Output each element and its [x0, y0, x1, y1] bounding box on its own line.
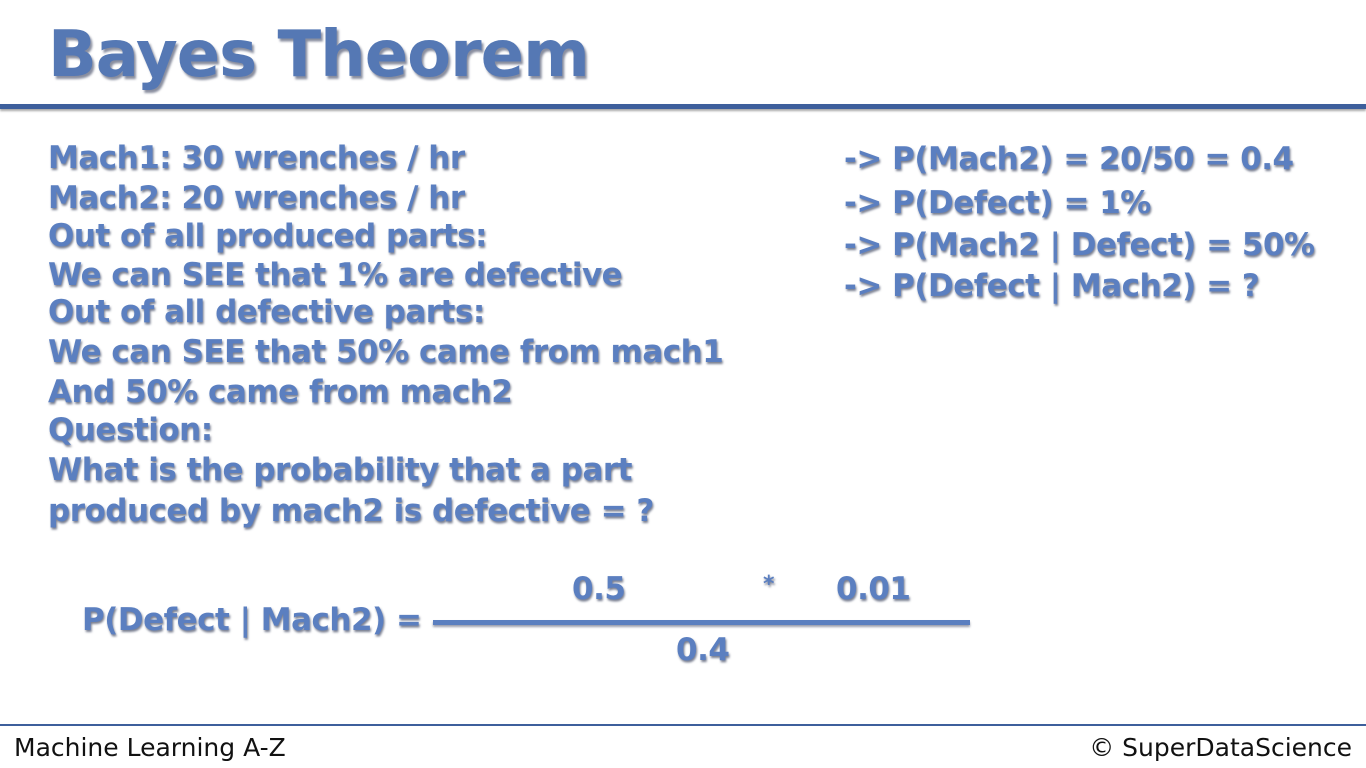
denominator-p-mach2: 0.4	[676, 632, 730, 668]
title-divider	[0, 104, 1366, 109]
multiply-operator: *	[763, 572, 775, 597]
prob-mach2: -> P(Mach2) = 20/50 = 0.4	[844, 141, 1294, 177]
numerator-p-mach2-given-defect: 0.5	[572, 571, 626, 607]
question-heading: Question:	[48, 412, 213, 448]
numerator-p-defect: 0.01	[836, 571, 911, 607]
footer-divider	[0, 724, 1366, 726]
fact-line-mach1-share: We can SEE that 50% came from mach1	[48, 334, 724, 370]
copyright-notice: © SuperDataScience	[1089, 733, 1352, 762]
fact-line-defective-rate: We can SEE that 1% are defective	[48, 257, 623, 293]
question-line-2: produced by mach2 is defective = ?	[48, 493, 654, 529]
question-line-1: What is the probability that a part	[48, 452, 633, 488]
course-name: Machine Learning A-Z	[14, 733, 286, 762]
fact-line-mach1: Mach1: 30 wrenches / hr	[48, 140, 465, 176]
fraction-bar	[433, 620, 970, 625]
prob-defect: -> P(Defect) = 1%	[844, 185, 1151, 221]
prob-defect-given-mach2: -> P(Defect | Mach2) = ?	[844, 268, 1260, 304]
prob-mach2-given-defect: -> P(Mach2 | Defect) = 50%	[844, 227, 1315, 263]
fact-line-produced-heading: Out of all produced parts:	[48, 218, 488, 254]
fact-line-mach2-share: And 50% came from mach2	[48, 374, 513, 410]
fact-line-defective-heading: Out of all defective parts:	[48, 294, 485, 330]
fact-line-mach2: Mach2: 20 wrenches / hr	[48, 180, 465, 216]
equation-label: P(Defect | Mach2) =	[82, 602, 422, 638]
slide: Bayes Theorem Mach1: 30 wrenches / hr Ma…	[0, 0, 1366, 768]
page-title: Bayes Theorem	[48, 18, 590, 92]
